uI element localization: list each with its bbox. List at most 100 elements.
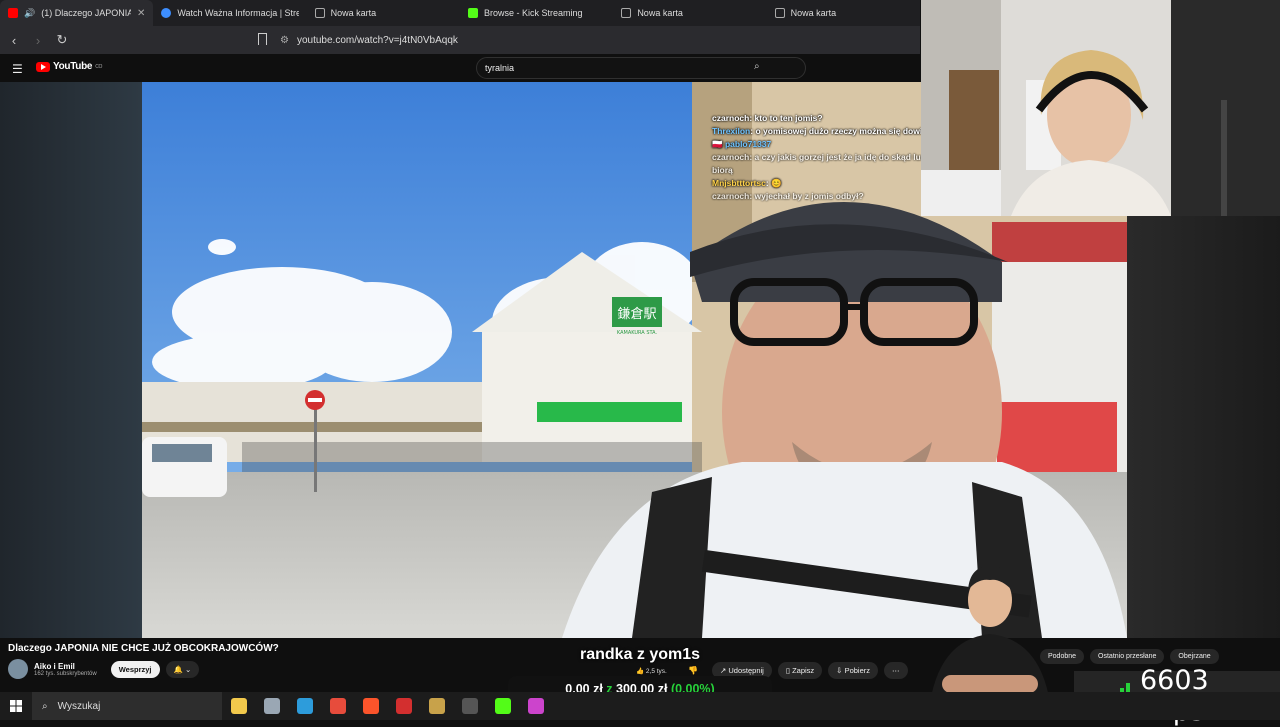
files-icon [263, 698, 280, 714]
dislike-button[interactable]: 👎 [688, 666, 698, 675]
address-bar: ‹ › ↻ ⚙ youtube.com/watch?v=j4tN0VbAqqk [0, 26, 920, 54]
taskbar-app-button[interactable] [486, 692, 519, 720]
channel-info: Aiko i Emil 162 tys. subskrybentów [34, 662, 97, 677]
speaker-icon[interactable]: 🔊 [24, 8, 35, 19]
more-icon: ⋯ [892, 666, 900, 675]
browser-tab-new-1[interactable]: Nowa karta [307, 0, 460, 26]
share-icon: ↗ [720, 666, 727, 675]
browser-tab-new-2[interactable]: Nowa karta [613, 0, 766, 26]
tab-title: Nowa karta [330, 8, 377, 18]
windows-icon [10, 700, 22, 712]
youtube-play-icon [36, 61, 50, 72]
chip-recent[interactable]: Ostatnio przesłane [1090, 649, 1165, 664]
emote-icon: 😊 [771, 178, 782, 188]
notifications-button[interactable]: 🔔 ⌄ [165, 660, 200, 678]
browser-tab-kick[interactable]: Browse - Kick Streaming [460, 0, 613, 26]
channel-name[interactable]: Aiko i Emil [34, 662, 97, 671]
chat-username: czarnoch [712, 113, 750, 123]
youtube-icon [8, 8, 18, 18]
app-icon [527, 698, 544, 714]
browser-tab-strip: 🔊 (1) Dlaczego JAPONIA NIE CHCE ✕ Watch … [0, 0, 920, 26]
search-icon[interactable]: ⌕ [754, 61, 760, 72]
reload-icon[interactable]: ↻ [52, 32, 72, 48]
subscriber-count: 162 tys. subskrybentów [34, 670, 97, 677]
back-icon[interactable]: ‹ [4, 33, 24, 48]
like-count: 2,5 tys. [645, 668, 667, 675]
kick-icon [467, 8, 478, 18]
taskbar-search[interactable]: ⌕ Wyszukaj [32, 692, 222, 720]
share-label: Udostępnij [728, 666, 764, 675]
close-tab-icon[interactable]: ✕ [137, 8, 145, 19]
brave-icon [362, 698, 379, 714]
taskbar-app-button[interactable] [354, 692, 387, 720]
edge-icon [296, 698, 313, 714]
chrome-icon [329, 698, 346, 714]
shield-icon [621, 8, 632, 18]
shield-icon [774, 8, 785, 18]
download-label: Pobierz [844, 666, 870, 675]
webcam-image [921, 0, 1280, 216]
taskbar-app-button[interactable] [453, 692, 486, 720]
tab-title: (1) Dlaczego JAPONIA NIE CHCE [41, 8, 131, 18]
tab-title: Watch Ważna Informacja | Streamabl [177, 8, 299, 18]
taskbar-app-button[interactable] [387, 692, 420, 720]
chat-text: kto to ten jomis? [754, 113, 823, 123]
goal-title: randka z yom1s [580, 646, 701, 663]
save-button[interactable]: ▯ Zapisz [777, 662, 823, 679]
menu-icon[interactable]: ☰ [12, 62, 23, 76]
video-title: Dlaczego JAPONIA NIE CHCE JUŻ OBCOKRAJOW… [8, 643, 279, 654]
like-button[interactable]: 👍 2,5 tys. [636, 667, 667, 675]
streamer-webcam [921, 0, 1280, 216]
tab-title: Nowa karta [790, 8, 837, 18]
windows-start-button[interactable] [0, 692, 32, 720]
browser-tab-new-3[interactable]: Nowa karta [767, 0, 920, 26]
forward-icon[interactable]: › [28, 33, 48, 48]
chat-username: czarnoch [712, 152, 750, 162]
youtube-header: ☰ YouTube CO tyralnia ⌕ [0, 54, 920, 82]
chat-username: Threxilon [712, 126, 751, 136]
taskbar-app-button[interactable] [321, 692, 354, 720]
youtube-logo[interactable]: YouTube CO [36, 61, 102, 72]
channel-row: Aiko i Emil 162 tys. subskrybentów Wespr… [8, 659, 200, 679]
more-button[interactable]: ⋯ [884, 662, 908, 679]
browser-tab-youtube[interactable]: 🔊 (1) Dlaczego JAPONIA NIE CHCE ✕ [0, 0, 154, 26]
save-label: Zapisz [792, 666, 815, 675]
emote-icon: 🇵🇱 [712, 139, 725, 149]
chat-text: o yomisowej dużo rzeczy można się dowied… [755, 126, 949, 136]
tab-title: Nowa karta [637, 8, 683, 18]
taskbar-search-placeholder: Wyszukaj [57, 700, 101, 712]
red-app-icon [395, 698, 412, 714]
chat-username: Mnjsbtttortsc [712, 178, 766, 188]
taskbar-app-button[interactable] [288, 692, 321, 720]
file-explorer-icon [230, 698, 247, 714]
youtube-logo-badge: CO [95, 63, 103, 70]
kick-app-icon [494, 698, 511, 714]
site-info-icon[interactable]: ⚙ [280, 35, 289, 46]
download-button[interactable]: ⇩ Pobierz [828, 662, 878, 679]
thumbs-up-icon: 👍 [636, 668, 645, 675]
chat-text: wyjechał by z jomis odbył? [754, 191, 864, 201]
url-field[interactable]: ⚙ youtube.com/watch?v=j4tN0VbAqqk [280, 30, 920, 50]
taskbar-app-button[interactable] [222, 692, 255, 720]
search-icon: ⌕ [42, 700, 48, 712]
shield-icon [314, 8, 325, 18]
bell-icon: 🔔 [173, 664, 183, 674]
related-chips: Podobne Ostatnio przesłane Obejrzane [1040, 649, 1219, 664]
video-left-blur [0, 82, 142, 638]
taskbar-app-button[interactable] [420, 692, 453, 720]
chevron-down-icon: ⌄ [184, 664, 192, 674]
bookmark-icon[interactable] [258, 33, 267, 45]
chat-username: pablo71337 [724, 139, 772, 149]
channel-avatar[interactable] [8, 659, 28, 679]
station-sign: 鎌倉駅 [617, 307, 656, 322]
chip-watched[interactable]: Obejrzane [1170, 649, 1219, 664]
youtube-logo-text: YouTube [53, 61, 93, 72]
taskbar-apps [222, 692, 552, 720]
support-button[interactable]: Wesprzyj [110, 660, 160, 678]
tab-title: Browse - Kick Streaming [483, 8, 583, 18]
taskbar-app-button[interactable] [255, 692, 288, 720]
browser-tab-streamable[interactable]: Watch Ważna Informacja | Streamabl [153, 0, 306, 26]
thumbs-down-icon: 👎 [688, 666, 698, 675]
station-sign-sub: KAMAKURA STA. [617, 330, 658, 336]
taskbar-app-button[interactable] [519, 692, 552, 720]
